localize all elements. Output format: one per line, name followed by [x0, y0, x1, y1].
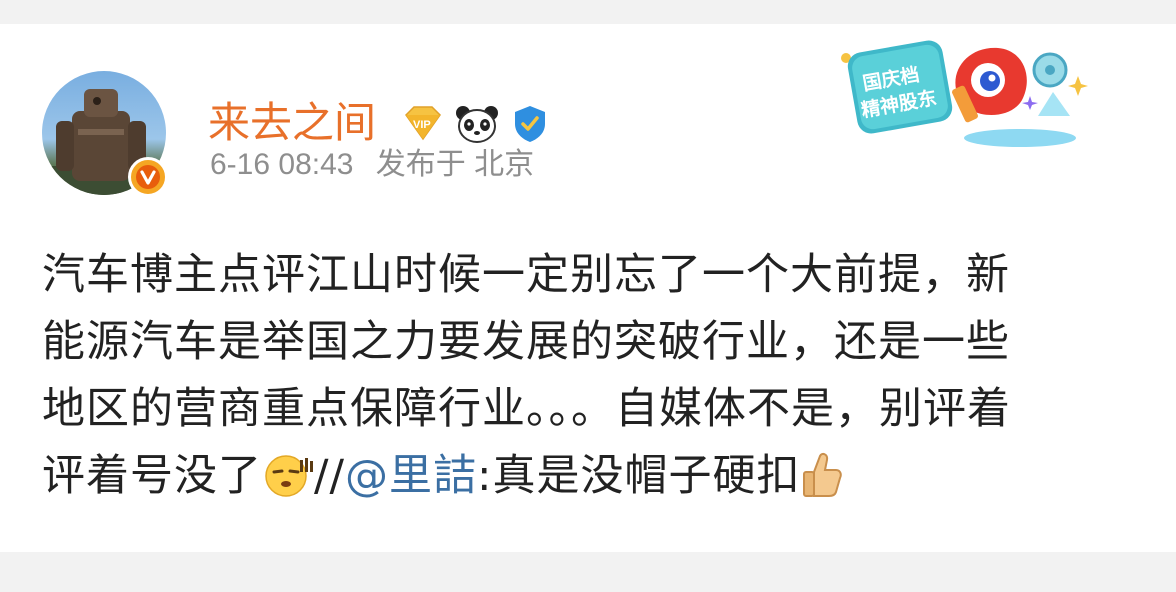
post-meta: 6-16 08:43 发布于 北京	[210, 150, 548, 180]
post-body: 汽车博主点评江山时候一定别忘了一个大前提，新 能源汽车是举国之力要发展的突破行业…	[42, 242, 1142, 518]
post-line-4-text: 评着号没了	[42, 451, 262, 501]
national-day-promo-sticker[interactable]: 国庆档 精神股东	[838, 36, 1088, 151]
svg-text:VIP: VIP	[413, 119, 431, 131]
panda-icon[interactable]	[454, 104, 500, 148]
post-line-4: 评着号没了 //@里詰:真是没帽子硬扣	[42, 443, 1142, 518]
repost-text: :真是没帽子硬扣	[476, 451, 801, 501]
username[interactable]: 来去之间	[208, 102, 376, 144]
post-location: 发布于 北京	[375, 148, 535, 181]
blue-shield-check-icon[interactable]	[510, 104, 550, 148]
verified-badge-icon	[128, 157, 168, 197]
post-line-2: 能源汽车是举国之力要发展的突破行业，还是一些	[42, 317, 1010, 367]
user-badges: VIP	[402, 104, 550, 148]
post-time: 6-16 08:43	[210, 148, 354, 181]
avatar[interactable]	[42, 71, 168, 197]
post-line-1: 汽车博主点评江山时候一定别忘了一个大前提，新	[42, 250, 1010, 300]
vip-diamond-icon[interactable]: VIP	[402, 105, 444, 147]
post-line-3: 地区的营商重点保障行业。。。自媒体不是，别评着	[42, 384, 1011, 434]
mention-link[interactable]: @里詰	[345, 451, 477, 501]
weibo-post-card: 来去之间 VIP 6-16 08:43 发布于 北京 国庆档 精神股东 汽车博主…	[0, 24, 1176, 552]
thumbs-up-emoji-icon	[800, 450, 844, 518]
repost-separator: //	[314, 451, 345, 501]
smirk-emoji-icon	[262, 451, 314, 518]
